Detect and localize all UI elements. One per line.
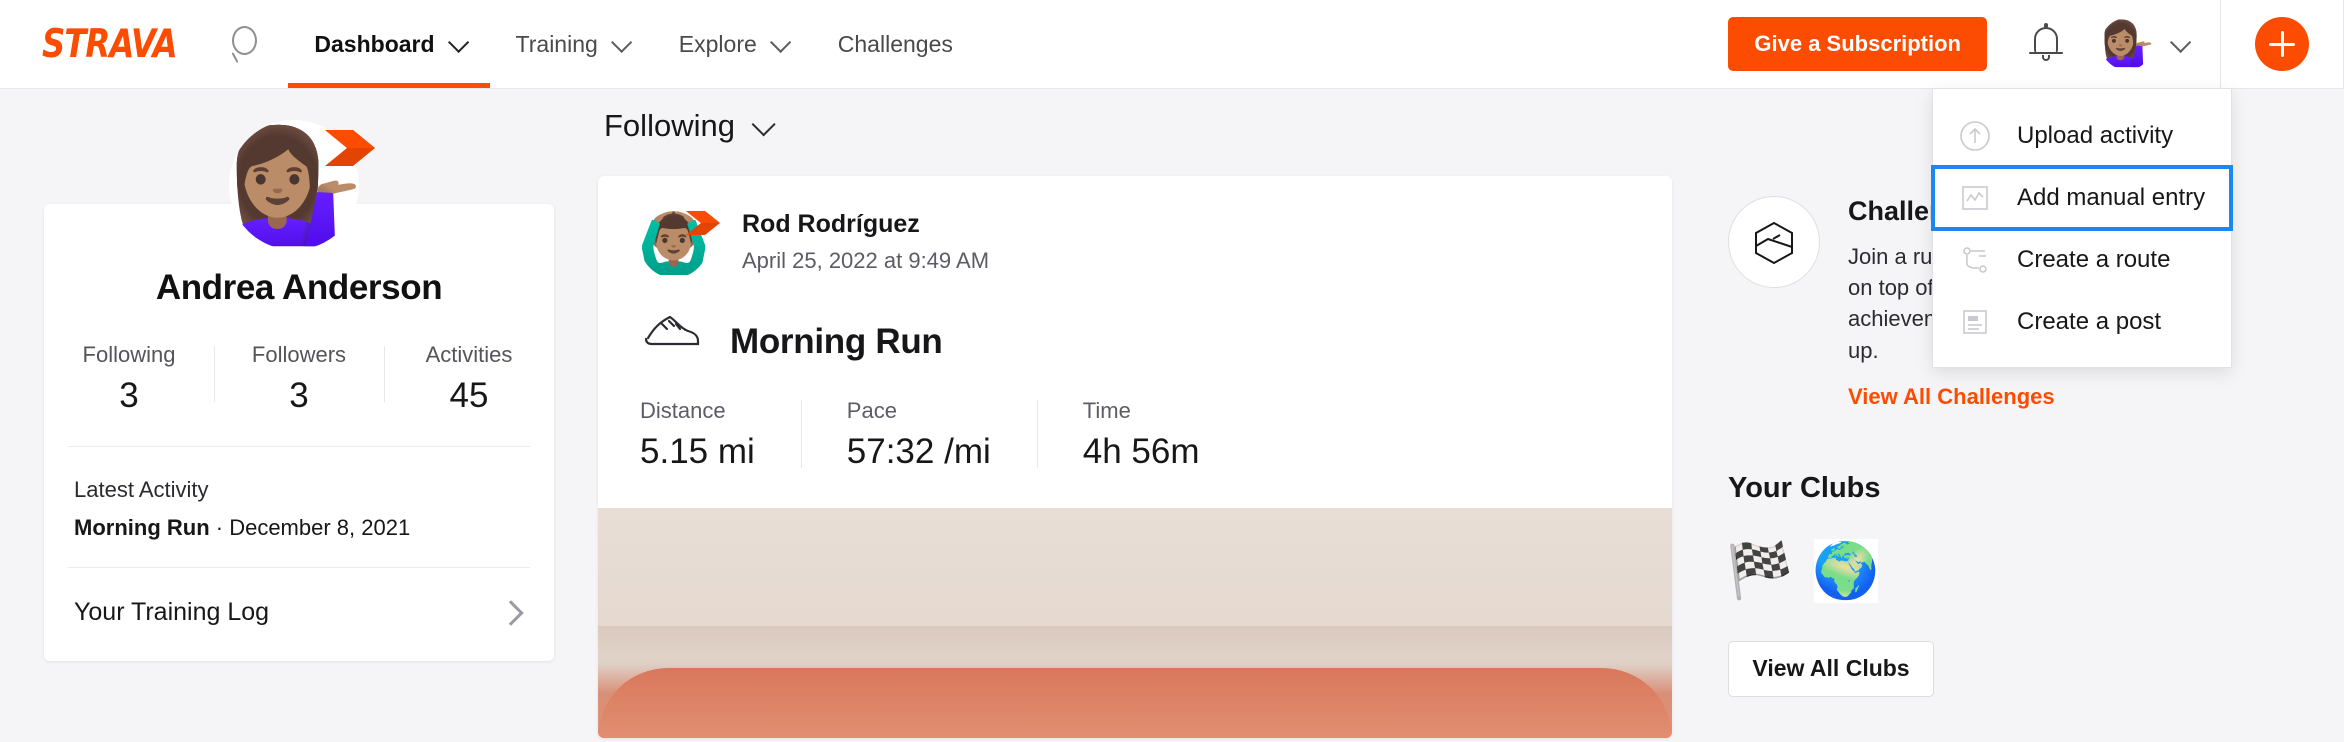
metric-value: 5.15 mi	[640, 432, 755, 472]
strava-chevron-badge	[323, 126, 377, 170]
menu-label-create-route: Create a route	[2017, 246, 2170, 274]
clubs-list: 🏁 🌍	[1728, 539, 2288, 603]
chevron-right-icon	[498, 600, 523, 625]
search-icon[interactable]	[228, 24, 262, 64]
menu-item-create-post[interactable]: Create a post	[1933, 291, 2231, 353]
bell-icon[interactable]	[2027, 23, 2065, 65]
menu-label-add-manual-entry: Add manual entry	[2017, 184, 2205, 212]
main-nav: Dashboard Training Explore Challenges	[288, 0, 978, 88]
feed-activity-photo[interactable]	[598, 508, 1672, 738]
menu-label-upload-activity: Upload activity	[2017, 122, 2173, 150]
chart-square-icon	[1955, 178, 1995, 218]
stat-value: 3	[44, 376, 214, 416]
stat-followers[interactable]: Followers 3	[214, 342, 384, 416]
document-icon	[1955, 302, 1995, 342]
metric-label: Time	[1083, 398, 1200, 424]
metric-label: Distance	[640, 398, 755, 424]
nav-item-training[interactable]: Training	[490, 0, 653, 88]
feed-filter-label: Following	[604, 108, 735, 144]
nav-item-dashboard[interactable]: Dashboard	[288, 0, 489, 88]
latest-activity-name[interactable]: Morning Run	[74, 515, 210, 540]
strava-dashboard-page: STRAVA Dashboard Training Explore Challe…	[0, 0, 2344, 742]
chevron-down-icon	[752, 112, 776, 136]
feed-timestamp: April 25, 2022 at 9:49 AM	[742, 248, 989, 274]
view-all-clubs-button[interactable]: View All Clubs	[1728, 641, 1934, 697]
menu-item-create-route[interactable]: Create a route	[1933, 229, 2231, 291]
feed-avatar-wrap[interactable]: 🙆🏽‍♂️	[640, 210, 716, 286]
feed-athlete-name[interactable]: Rod Rodríguez	[742, 210, 989, 239]
profile-stats: Following 3 Followers 3 Activities 45	[44, 342, 554, 446]
chevron-down-icon	[2170, 31, 2191, 52]
nav-label-challenges: Challenges	[838, 31, 953, 58]
chevron-down-icon	[611, 31, 632, 52]
latest-activity-label: Latest Activity	[74, 477, 524, 503]
latest-activity-block: Latest Activity Morning Run · December 8…	[44, 447, 554, 567]
nav-item-explore[interactable]: Explore	[653, 0, 812, 88]
metric-label: Pace	[847, 398, 991, 424]
view-all-challenges-link[interactable]: View All Challenges	[1848, 384, 2178, 410]
header-actions: Give a Subscription 💁🏽‍♀️	[1728, 0, 2344, 88]
feed-activity-card: 🙆🏽‍♂️ Rod Rodríguez April 25, 2022 at 9:…	[598, 176, 1672, 738]
feed-metrics: Distance 5.15 mi Pace 57:32 /mi Time 4h …	[640, 398, 1630, 472]
avatar: 💁🏽‍♀️	[2101, 18, 2153, 70]
training-log-label: Your Training Log	[74, 598, 269, 627]
stat-value: 3	[214, 376, 384, 416]
site-header: STRAVA Dashboard Training Explore Challe…	[0, 0, 2344, 88]
nav-item-challenges[interactable]: Challenges	[812, 0, 979, 88]
your-clubs-title: Your Clubs	[1728, 472, 2288, 505]
give-subscription-button[interactable]: Give a Subscription	[1728, 17, 1987, 71]
activity-feed-column: Following 🙆🏽‍♂️ Rod Rodríguez April 25,	[598, 88, 1672, 738]
plus-icon[interactable]	[2255, 17, 2309, 71]
nav-label-dashboard: Dashboard	[314, 31, 434, 58]
strava-logo[interactable]: STRAVA	[42, 22, 177, 67]
hexagon-challenge-icon	[1728, 196, 1820, 288]
training-log-link[interactable]: Your Training Log	[44, 568, 554, 661]
stat-following[interactable]: Following 3	[44, 342, 214, 416]
feed-card-header: 🙆🏽‍♂️ Rod Rodríguez April 25, 2022 at 9:…	[640, 210, 1630, 286]
left-sidebar: 💁🏽‍♀️ Andrea Anderson Following 3 Follow…	[44, 204, 554, 661]
latest-activity-summary: Morning Run · December 8, 2021	[74, 515, 524, 541]
stat-activities[interactable]: Activities 45	[384, 342, 554, 416]
upload-arrow-circle-icon	[1955, 116, 1995, 156]
create-dropdown-menu: Upload activity Add manual entry	[1932, 88, 2232, 368]
header-divider	[2220, 0, 2221, 88]
running-shoe-icon	[640, 302, 704, 356]
chevron-down-icon	[770, 31, 791, 52]
feed-athlete-block: Rod Rodríguez April 25, 2022 at 9:49 AM	[742, 210, 989, 274]
metric-distance: Distance 5.15 mi	[640, 398, 801, 472]
profile-card: 💁🏽‍♀️ Andrea Anderson Following 3 Follow…	[44, 204, 554, 661]
menu-item-upload-activity[interactable]: Upload activity	[1933, 105, 2231, 167]
stat-label: Activities	[384, 342, 554, 368]
stat-label: Following	[44, 342, 214, 368]
menu-item-add-manual-entry[interactable]: Add manual entry	[1933, 167, 2231, 229]
metric-pace: Pace 57:32 /mi	[801, 398, 1037, 472]
page-title: Andrea Anderson	[44, 268, 554, 308]
club-item-earth-globe[interactable]: 🌍	[1814, 539, 1878, 603]
stat-value: 45	[384, 376, 554, 416]
nav-label-training: Training	[516, 31, 598, 58]
menu-label-create-post: Create a post	[2017, 308, 2161, 336]
club-item-checkered-flag[interactable]: 🏁	[1728, 539, 1792, 603]
stat-label: Followers	[214, 342, 384, 368]
latest-activity-separator: ·	[210, 515, 230, 540]
metric-value: 4h 56m	[1083, 432, 1200, 472]
metric-value: 57:32 /mi	[847, 432, 991, 472]
nav-label-explore: Explore	[679, 31, 757, 58]
latest-activity-date: December 8, 2021	[229, 515, 410, 540]
metric-time: Time 4h 56m	[1037, 398, 1246, 472]
user-menu[interactable]: 💁🏽‍♀️	[2101, 18, 2186, 70]
feed-activity-title-row: Morning Run	[640, 302, 1630, 362]
chevron-down-icon	[448, 31, 469, 52]
strava-chevron-badge	[684, 208, 722, 238]
feed-activity-title[interactable]: Morning Run	[730, 322, 942, 362]
route-icon	[1955, 240, 1995, 280]
profile-avatar-wrap[interactable]: 💁🏽‍♀️	[229, 120, 369, 260]
feed-filter-selector[interactable]: Following	[604, 108, 770, 144]
